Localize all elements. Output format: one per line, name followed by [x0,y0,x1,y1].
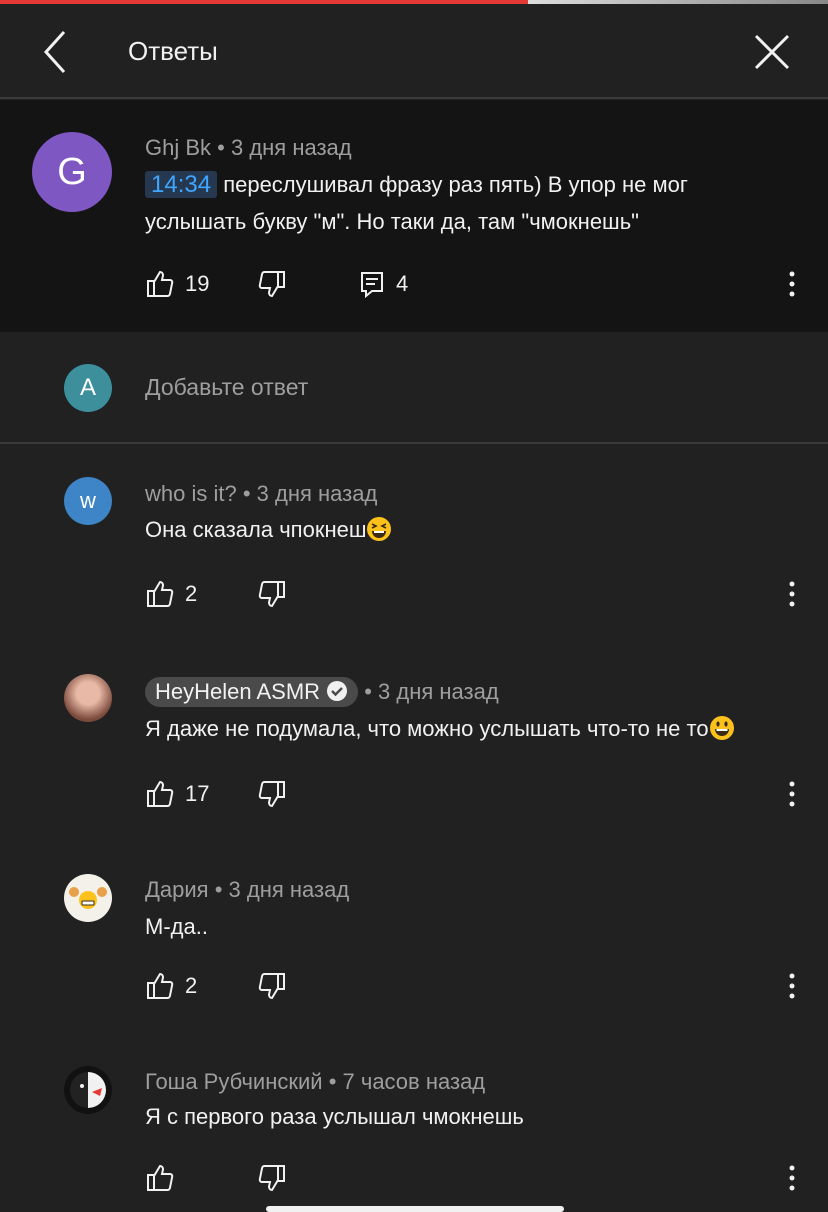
back-button[interactable] [34,26,78,78]
grinning-face-icon [709,716,734,740]
more-vertical-icon [789,581,795,607]
comment-actions: 19 4 [0,264,828,304]
like-count: 19 [185,271,210,296]
avatar-letter: w [80,488,96,513]
comment-time: 7 часов назад [342,1069,486,1094]
thumbs-down-icon [258,581,285,608]
page-title: Ответы [128,36,218,66]
comment-time: 3 дня назад [378,679,499,704]
avatar[interactable]: w [64,477,112,525]
like-button[interactable]: 17 [145,774,209,814]
reply-input[interactable]: Добавьте ответ [145,374,308,401]
grinning-squinting-face-icon [367,517,392,541]
like-count: 2 [185,581,198,606]
more-options-button[interactable] [782,966,802,1006]
more-vertical-icon [789,973,795,999]
thumbs-up-icon [147,972,174,999]
more-options-button[interactable] [782,574,802,614]
parent-comment: G Ghj Bk • 3 дня назад 14:34 переслушива… [0,100,828,332]
comment-meta: Дария • 3 дня назад [145,877,349,903]
thumbs-down-icon [258,1165,285,1192]
meta-separator: • [211,135,231,160]
reply-count: 4 [396,271,409,296]
meta-separator: • [236,481,257,506]
avatar[interactable]: G [32,132,112,212]
like-count: 2 [185,973,198,998]
author-name[interactable]: Дария [145,877,209,902]
comment-time: 3 дня назад [230,135,352,160]
comment-text-line2: услышать букву "м". Но таки да, там "чмо… [145,209,639,234]
comment-time: 3 дня назад [256,481,378,506]
like-button[interactable]: 2 [145,966,197,1006]
meta-separator: • [358,679,379,704]
comment-text: Она сказала чпокнеш [145,511,392,548]
chevron-left-icon [43,30,66,74]
avatar[interactable] [64,674,112,722]
dislike-button[interactable] [257,264,287,304]
add-reply-section[interactable]: A Добавьте ответ [0,332,828,444]
more-options-button[interactable] [782,1158,802,1198]
meta-separator: • [322,1069,343,1094]
author-name[interactable]: Гоша Рубчинский [145,1069,323,1094]
more-options-button[interactable] [782,264,802,304]
comment-meta: who is it? • 3 дня назад [145,481,377,507]
like-button[interactable]: 2 [145,574,197,614]
author-name[interactable]: who is it? [145,481,237,506]
comment-text-content: Я с первого раза услышал чмокнешь [145,1104,524,1129]
channel-owner-badge[interactable]: HeyHelen ASMR [145,677,359,707]
timestamp-link[interactable]: 14:34 [145,171,218,198]
comment-text: 14:34 переслушивал фразу раз пять) В упо… [145,166,688,240]
meta-separator: • [208,877,229,902]
dislike-button[interactable] [257,1158,287,1198]
avatar-letter: A [79,374,96,401]
comment-actions [0,1158,828,1198]
comment-meta: Гоша Рубчинский • 7 часов назад [145,1069,485,1095]
avatar-letter: G [57,150,87,193]
thumbs-down-icon [258,271,285,298]
like-button[interactable] [145,1158,175,1198]
hands-emoji-avatar-icon [69,887,107,909]
comment-text-line1: переслушивал фразу раз пять) В упор не м… [223,172,688,197]
like-count: 17 [185,781,210,806]
comment-text-content: М-да.. [145,914,208,939]
thumbs-up-icon [147,780,174,807]
more-vertical-icon [789,1165,795,1191]
author-name: HeyHelen ASMR [155,679,321,704]
comment-text: М-да.. [145,908,208,945]
comment-text-content: Я даже не подумала, что можно услышать ч… [145,716,709,741]
thumbs-down-icon [258,973,285,1000]
comment-actions: 17 [0,774,828,814]
comment-actions: 2 [0,966,828,1006]
comment-text-content: Она сказала чпокнеш [145,517,367,542]
more-options-button[interactable] [782,774,802,814]
home-indicator[interactable] [266,1206,564,1212]
avatar[interactable] [64,874,112,922]
verified-icon [327,681,348,701]
more-vertical-icon [789,271,795,297]
author-name[interactable]: Ghj Bk [145,135,211,160]
avatar[interactable] [64,1066,112,1114]
comment-meta: Ghj Bk • 3 дня назад [145,135,352,161]
comment-time: 3 дня назад [228,877,350,902]
thumbs-up-icon [147,270,174,297]
comment-actions: 2 [0,574,828,614]
comment-icon [361,272,383,298]
reply-button[interactable]: 4 [358,264,408,304]
comment-meta: HeyHelen ASMR • 3 дня назад [145,677,499,707]
replies-header: Ответы [0,4,828,99]
more-vertical-icon [789,781,795,807]
monokuma-avatar-icon [70,1072,106,1108]
current-user-avatar[interactable]: A [64,364,112,412]
dislike-button[interactable] [257,574,287,614]
dislike-button[interactable] [257,966,287,1006]
comment-text: Я даже не подумала, что можно услышать ч… [145,710,735,747]
dislike-button[interactable] [257,774,287,814]
thumbs-up-icon [147,580,174,607]
like-button[interactable]: 19 [145,264,209,304]
close-icon [754,34,790,70]
close-button[interactable] [748,28,796,76]
thumbs-up-icon [147,1164,174,1191]
comment-text: Я с первого раза услышал чмокнешь [145,1098,524,1135]
thumbs-down-icon [258,781,285,808]
